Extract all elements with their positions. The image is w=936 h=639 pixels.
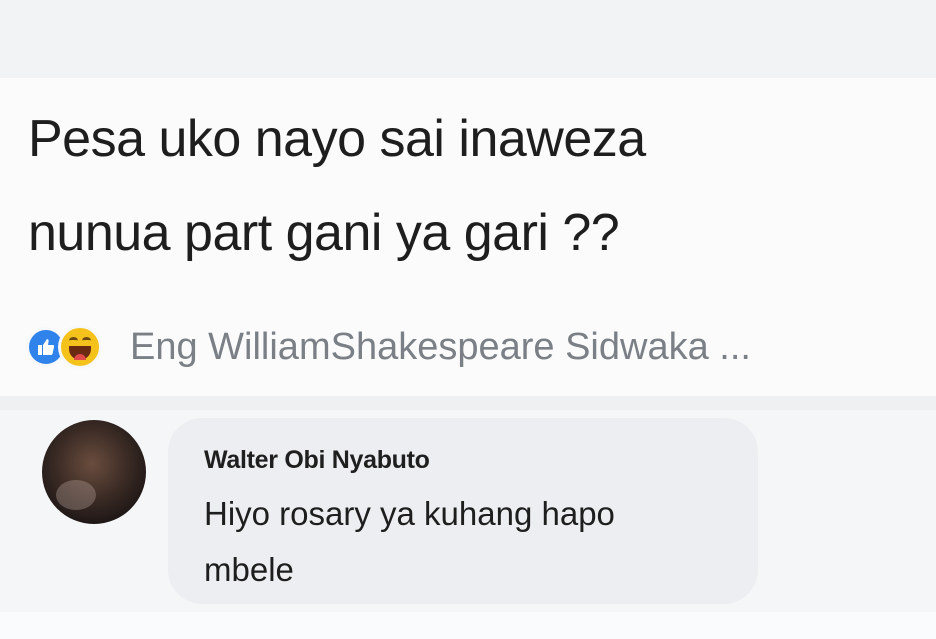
post-text-line-2: nunua part gani ya gari ?? (28, 204, 620, 262)
post-text-line-1: Pesa uko nayo sai inaweza (28, 110, 646, 168)
comment-author[interactable]: Walter Obi Nyabuto (204, 446, 430, 475)
top-strip (0, 0, 936, 78)
reaction-icons (26, 325, 126, 369)
comment-text: Hiyo rosary ya kuhang hapo mbele (204, 486, 744, 598)
post-screenshot: Pesa uko nayo sai inaweza nunua part gan… (0, 0, 936, 639)
bottom-strip (0, 612, 936, 639)
comment-text-line-1: Hiyo rosary ya kuhang hapo (204, 495, 615, 532)
reactions-summary[interactable]: Eng WilliamShakespeare Sidwaka ... (26, 322, 751, 372)
divider (0, 396, 936, 410)
comment-text-line-2: mbele (204, 551, 294, 588)
post-text: Pesa uko nayo sai inaweza nunua part gan… (28, 92, 928, 280)
avatar[interactable] (42, 420, 146, 524)
reaction-names[interactable]: Eng WilliamShakespeare Sidwaka ... (130, 326, 751, 369)
haha-icon (58, 325, 102, 369)
